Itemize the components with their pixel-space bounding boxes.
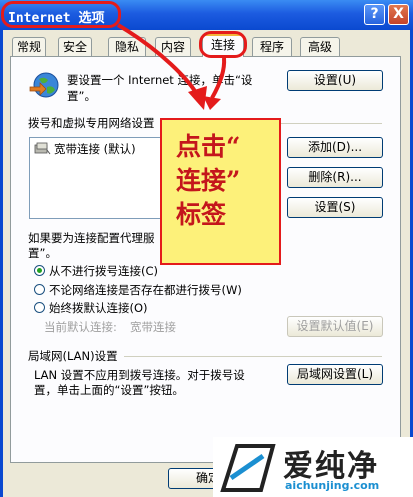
- watermark-url: aichunjing.com: [285, 479, 380, 492]
- callout-line1: 点击“: [176, 132, 241, 161]
- watermark-logo: 爱纯净 aichunjing.com: [213, 437, 413, 497]
- annotation-callout: 点击“ 连接” 标签: [160, 118, 281, 265]
- watermark-mark-icon: [220, 444, 276, 492]
- callout-line2: 连接”: [176, 166, 241, 195]
- callout-line3: 标签: [176, 200, 227, 229]
